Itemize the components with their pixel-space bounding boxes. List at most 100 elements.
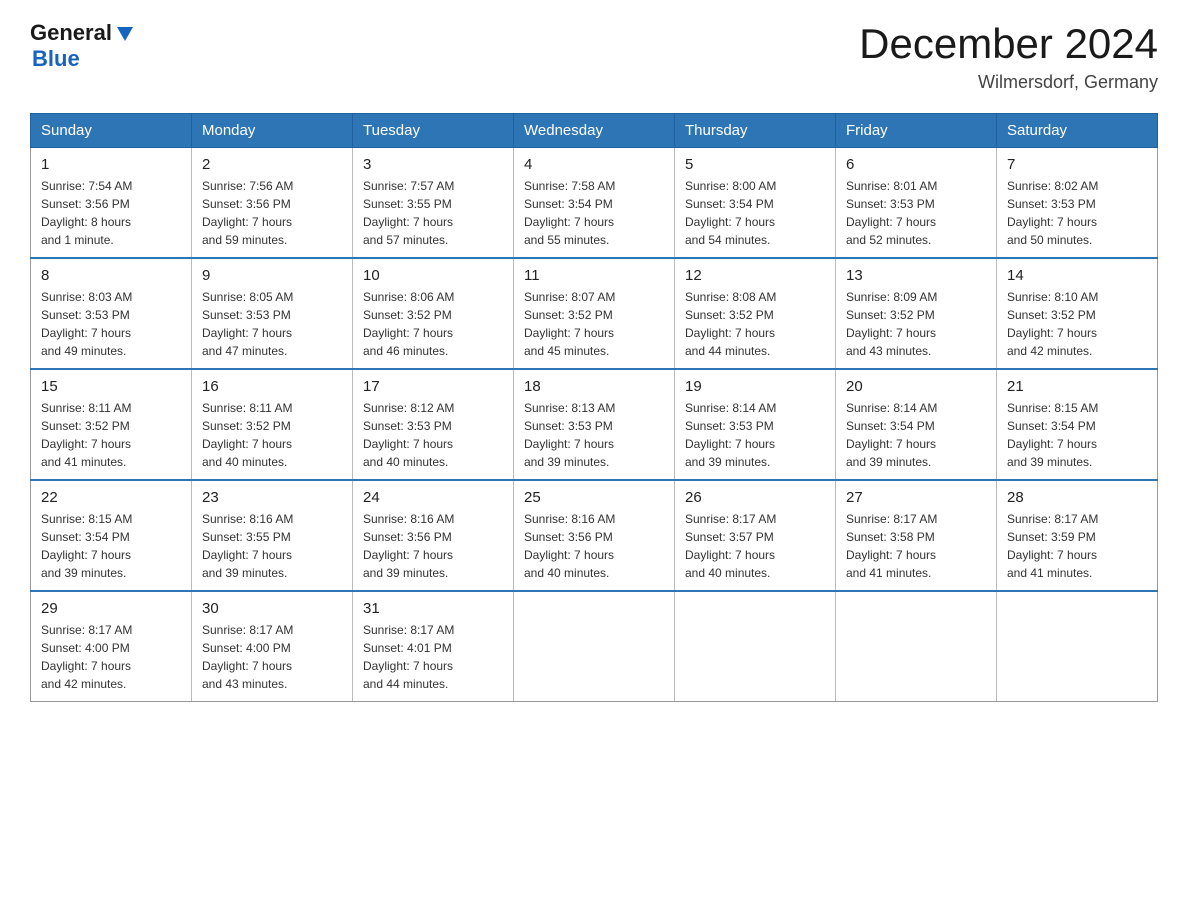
calendar-day-cell: 6 Sunrise: 8:01 AMSunset: 3:53 PMDaylight…	[836, 148, 997, 259]
calendar-day-cell: 3 Sunrise: 7:57 AMSunset: 3:55 PMDaylight…	[353, 148, 514, 259]
calendar-body: 1 Sunrise: 7:54 AMSunset: 3:56 PMDaylight…	[31, 148, 1158, 702]
day-number: 18	[524, 378, 664, 395]
calendar-day-cell	[675, 591, 836, 702]
calendar-day-cell: 8 Sunrise: 8:03 AMSunset: 3:53 PMDaylight…	[31, 258, 192, 369]
day-info: Sunrise: 8:15 AMSunset: 3:54 PMDaylight:…	[1007, 399, 1147, 471]
day-info: Sunrise: 8:17 AMSunset: 4:01 PMDaylight:…	[363, 621, 503, 693]
calendar-day-cell: 2 Sunrise: 7:56 AMSunset: 3:56 PMDaylight…	[192, 148, 353, 259]
day-number: 17	[363, 378, 503, 395]
day-info: Sunrise: 8:07 AMSunset: 3:52 PMDaylight:…	[524, 288, 664, 360]
day-number: 15	[41, 378, 181, 395]
day-info: Sunrise: 8:00 AMSunset: 3:54 PMDaylight:…	[685, 177, 825, 249]
day-number: 1	[41, 156, 181, 173]
calendar-day-cell: 21 Sunrise: 8:15 AMSunset: 3:54 PMDayligh…	[997, 369, 1158, 480]
day-number: 26	[685, 489, 825, 506]
day-number: 28	[1007, 489, 1147, 506]
day-info: Sunrise: 8:01 AMSunset: 3:53 PMDaylight:…	[846, 177, 986, 249]
day-info: Sunrise: 8:11 AMSunset: 3:52 PMDaylight:…	[41, 399, 181, 471]
day-number: 23	[202, 489, 342, 506]
calendar-day-cell: 16 Sunrise: 8:11 AMSunset: 3:52 PMDayligh…	[192, 369, 353, 480]
day-info: Sunrise: 8:10 AMSunset: 3:52 PMDaylight:…	[1007, 288, 1147, 360]
day-info: Sunrise: 8:12 AMSunset: 3:53 PMDaylight:…	[363, 399, 503, 471]
calendar-day-cell: 7Sunrise: 8:02 AMSunset: 3:53 PMDaylight…	[997, 148, 1158, 259]
day-number: 6	[846, 156, 986, 173]
calendar-day-cell: 14Sunrise: 8:10 AMSunset: 3:52 PMDayligh…	[997, 258, 1158, 369]
day-number: 27	[846, 489, 986, 506]
calendar-day-cell: 17 Sunrise: 8:12 AMSunset: 3:53 PMDayligh…	[353, 369, 514, 480]
day-number: 20	[846, 378, 986, 395]
logo-icon: General Blue	[30, 20, 136, 72]
day-info: Sunrise: 8:06 AMSunset: 3:52 PMDaylight:…	[363, 288, 503, 360]
day-info: Sunrise: 8:02 AMSunset: 3:53 PMDaylight:…	[1007, 177, 1147, 249]
calendar-week-row: 22 Sunrise: 8:15 AMSunset: 3:54 PMDayligh…	[31, 480, 1158, 591]
day-info: Sunrise: 8:13 AMSunset: 3:53 PMDaylight:…	[524, 399, 664, 471]
day-number: 19	[685, 378, 825, 395]
day-info: Sunrise: 8:17 AMSunset: 3:59 PMDaylight:…	[1007, 510, 1147, 582]
logo-blue-text: Blue	[32, 46, 80, 72]
page-header: General Blue December 2024 Wilmersdorf, …	[30, 20, 1158, 93]
day-info: Sunrise: 8:16 AMSunset: 3:56 PMDaylight:…	[524, 510, 664, 582]
calendar-day-cell: 5Sunrise: 8:00 AMSunset: 3:54 PMDaylight…	[675, 148, 836, 259]
calendar-day-cell: 22 Sunrise: 8:15 AMSunset: 3:54 PMDayligh…	[31, 480, 192, 591]
day-number: 29	[41, 600, 181, 617]
calendar-day-cell: 13 Sunrise: 8:09 AMSunset: 3:52 PMDayligh…	[836, 258, 997, 369]
day-info: Sunrise: 7:58 AMSunset: 3:54 PMDaylight:…	[524, 177, 664, 249]
day-number: 10	[363, 267, 503, 284]
day-number: 22	[41, 489, 181, 506]
day-number: 30	[202, 600, 342, 617]
day-info: Sunrise: 8:17 AMSunset: 4:00 PMDaylight:…	[202, 621, 342, 693]
day-info: Sunrise: 7:56 AMSunset: 3:56 PMDaylight:…	[202, 177, 342, 249]
calendar-day-cell: 15 Sunrise: 8:11 AMSunset: 3:52 PMDayligh…	[31, 369, 192, 480]
day-info: Sunrise: 8:17 AMSunset: 3:57 PMDaylight:…	[685, 510, 825, 582]
day-number: 13	[846, 267, 986, 284]
calendar-day-cell: 23 Sunrise: 8:16 AMSunset: 3:55 PMDayligh…	[192, 480, 353, 591]
day-number: 4	[524, 156, 664, 173]
calendar-day-cell: 18 Sunrise: 8:13 AMSunset: 3:53 PMDayligh…	[514, 369, 675, 480]
logo-triangle-icon	[114, 23, 136, 45]
month-year: December 2024	[859, 20, 1158, 68]
calendar-week-row: 1 Sunrise: 7:54 AMSunset: 3:56 PMDaylight…	[31, 148, 1158, 259]
day-info: Sunrise: 8:16 AMSunset: 3:55 PMDaylight:…	[202, 510, 342, 582]
calendar-day-cell: 25Sunrise: 8:16 AMSunset: 3:56 PMDayligh…	[514, 480, 675, 591]
day-number: 2	[202, 156, 342, 173]
calendar-day-cell: 31 Sunrise: 8:17 AMSunset: 4:01 PMDayligh…	[353, 591, 514, 702]
day-info: Sunrise: 8:11 AMSunset: 3:52 PMDaylight:…	[202, 399, 342, 471]
logo: General Blue	[30, 20, 136, 72]
calendar-day-cell	[836, 591, 997, 702]
calendar-day-cell: 19Sunrise: 8:14 AMSunset: 3:53 PMDayligh…	[675, 369, 836, 480]
calendar-day-cell: 11Sunrise: 8:07 AMSunset: 3:52 PMDayligh…	[514, 258, 675, 369]
day-info: Sunrise: 8:16 AMSunset: 3:56 PMDaylight:…	[363, 510, 503, 582]
calendar-day-cell	[514, 591, 675, 702]
day-number: 8	[41, 267, 181, 284]
calendar-table: SundayMondayTuesdayWednesdayThursdayFrid…	[30, 113, 1158, 702]
calendar-day-cell: 4 Sunrise: 7:58 AMSunset: 3:54 PMDaylight…	[514, 148, 675, 259]
day-info: Sunrise: 7:54 AMSunset: 3:56 PMDaylight:…	[41, 177, 181, 249]
logo-row1: General	[30, 20, 136, 46]
weekday-header-cell: Tuesday	[353, 114, 514, 148]
title-block: December 2024 Wilmersdorf, Germany	[859, 20, 1158, 93]
calendar-day-cell: 26 Sunrise: 8:17 AMSunset: 3:57 PMDayligh…	[675, 480, 836, 591]
calendar-week-row: 15 Sunrise: 8:11 AMSunset: 3:52 PMDayligh…	[31, 369, 1158, 480]
weekday-header-cell: Sunday	[31, 114, 192, 148]
day-number: 31	[363, 600, 503, 617]
day-info: Sunrise: 8:14 AMSunset: 3:54 PMDaylight:…	[846, 399, 986, 471]
day-number: 9	[202, 267, 342, 284]
day-info: Sunrise: 8:15 AMSunset: 3:54 PMDaylight:…	[41, 510, 181, 582]
calendar-day-cell: 28 Sunrise: 8:17 AMSunset: 3:59 PMDayligh…	[997, 480, 1158, 591]
day-info: Sunrise: 8:05 AMSunset: 3:53 PMDaylight:…	[202, 288, 342, 360]
day-info: Sunrise: 8:17 AMSunset: 3:58 PMDaylight:…	[846, 510, 986, 582]
weekday-header-cell: Wednesday	[514, 114, 675, 148]
location: Wilmersdorf, Germany	[859, 72, 1158, 93]
day-info: Sunrise: 8:09 AMSunset: 3:52 PMDaylight:…	[846, 288, 986, 360]
day-number: 16	[202, 378, 342, 395]
weekday-header-cell: Saturday	[997, 114, 1158, 148]
day-number: 21	[1007, 378, 1147, 395]
calendar-day-cell: 20 Sunrise: 8:14 AMSunset: 3:54 PMDayligh…	[836, 369, 997, 480]
day-info: Sunrise: 8:08 AMSunset: 3:52 PMDaylight:…	[685, 288, 825, 360]
day-info: Sunrise: 7:57 AMSunset: 3:55 PMDaylight:…	[363, 177, 503, 249]
day-number: 24	[363, 489, 503, 506]
day-info: Sunrise: 8:03 AMSunset: 3:53 PMDaylight:…	[41, 288, 181, 360]
day-number: 3	[363, 156, 503, 173]
calendar-day-cell: 29Sunrise: 8:17 AMSunset: 4:00 PMDayligh…	[31, 591, 192, 702]
calendar-week-row: 8 Sunrise: 8:03 AMSunset: 3:53 PMDaylight…	[31, 258, 1158, 369]
